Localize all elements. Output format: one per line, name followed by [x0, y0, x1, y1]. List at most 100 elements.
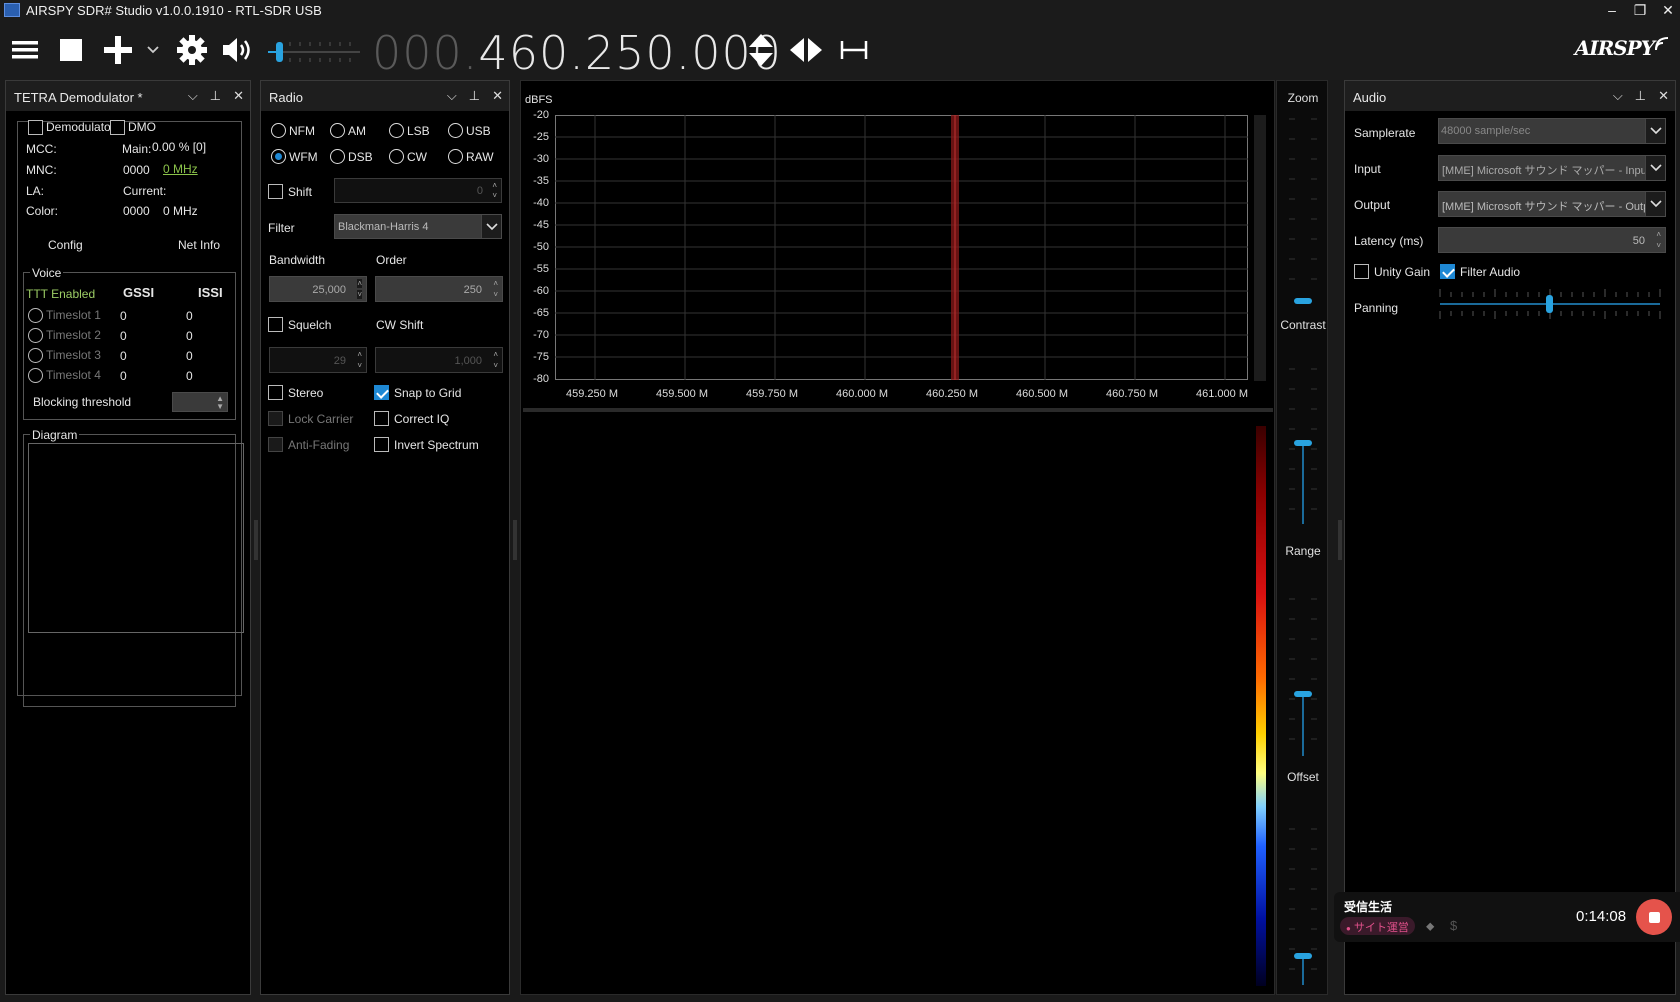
spin-down-icon[interactable]: ˅ [493, 361, 498, 370]
contrast-slider-track[interactable] [1302, 446, 1304, 524]
contrast-slider-thumb[interactable] [1294, 440, 1312, 446]
timeslot-radio[interactable] [28, 308, 43, 323]
filter-audio-checkbox[interactable] [1440, 264, 1455, 279]
pin-icon[interactable]: ⊥ [210, 88, 221, 104]
mnc-freq-link[interactable]: 0 MHz [163, 162, 198, 176]
stop-recording-button[interactable] [1636, 899, 1672, 935]
squelch-input[interactable]: 29 ˄ ˅ [269, 347, 367, 373]
squelch-checkbox[interactable] [268, 317, 283, 332]
spin-down-icon[interactable]: ˅ [357, 290, 362, 299]
mode-cw-radio[interactable] [389, 149, 404, 164]
add-plugin-button[interactable] [100, 30, 136, 70]
stereo-checkbox[interactable] [268, 385, 283, 400]
spin-up-icon[interactable]: ˄ [493, 350, 498, 359]
settings-button[interactable] [174, 30, 210, 70]
mode-nfm-radio[interactable] [271, 123, 286, 138]
add-dropdown-button[interactable] [144, 30, 162, 70]
splitter-handle[interactable] [1338, 520, 1342, 560]
samplerate-select[interactable]: 48000 sample/sec [1438, 118, 1666, 144]
minimize-button[interactable]: – [1600, 0, 1624, 22]
output-device-select[interactable]: [MME] Microsoft サウンド マッパー - Outp [1438, 191, 1666, 217]
bandwidth-input[interactable]: 25,000 ˄ ˅ [269, 276, 367, 302]
x-tick: 460.500 M [1016, 388, 1068, 400]
input-dropdown-button[interactable] [1645, 156, 1665, 180]
range-slider-thumb[interactable] [1294, 691, 1312, 697]
stop-button[interactable] [54, 30, 88, 70]
correct-iq-checkbox[interactable] [374, 411, 389, 426]
mode-raw-radio[interactable] [448, 149, 463, 164]
latency-input[interactable]: 50 ˄ ˅ [1438, 227, 1666, 253]
lock-carrier-checkbox[interactable] [268, 411, 283, 426]
spectrum-scrollbar[interactable] [1254, 115, 1266, 381]
timeslot-radio[interactable] [28, 368, 43, 383]
mode-am-radio[interactable] [330, 123, 345, 138]
shift-checkbox[interactable] [268, 184, 283, 199]
waterfall-display[interactable] [523, 413, 1253, 993]
spin-down-icon[interactable]: ˅ [492, 191, 497, 200]
zoom-slider-thumb[interactable] [1294, 298, 1312, 304]
mode-lsb-radio[interactable] [389, 123, 404, 138]
spin-up-icon[interactable]: ˄ [493, 279, 498, 288]
notification-tag[interactable]: ● サイト運営 [1340, 917, 1415, 935]
spectrum-analyzer[interactable]: dBFS -20 -25 -30 -35 -40 -45 -50 -55 -60… [520, 80, 1275, 995]
waterfall-splitter[interactable] [523, 408, 1273, 412]
frequency-display[interactable]: 000.460.250.000 [372, 26, 782, 80]
panning-slider[interactable] [1438, 287, 1668, 327]
center-button[interactable] [836, 30, 872, 70]
tuning-step-button[interactable] [744, 30, 778, 70]
recording-notification[interactable]: 受信生活 ● サイト運営 ⬥ $ 0:14:08 [1334, 892, 1680, 942]
spin-up-icon[interactable]: ˄ [1656, 230, 1661, 239]
spin-down-icon[interactable]: ˅ [493, 290, 498, 299]
pin-icon[interactable]: ⊥ [469, 88, 480, 104]
spin-down-icon[interactable]: ˅ [357, 361, 362, 370]
restore-button[interactable]: ❐ [1628, 0, 1652, 22]
filter-dropdown-button[interactable] [481, 215, 501, 238]
chevron-down-icon[interactable]: ⌵ [447, 88, 457, 104]
filter-select[interactable]: Blackman-Harris 4 [334, 214, 502, 239]
output-label: Output [1354, 198, 1391, 212]
mode-wfm-radio[interactable] [271, 149, 286, 164]
output-dropdown-button[interactable] [1645, 192, 1665, 216]
blocking-threshold-input[interactable]: ▲ ▼ [172, 392, 228, 412]
pin-icon[interactable]: ⊥ [1635, 88, 1646, 104]
demodulator-checkbox[interactable] [28, 120, 43, 135]
splitter-handle[interactable] [513, 520, 517, 560]
spin-up-icon[interactable]: ˄ [357, 350, 362, 359]
net-info-button[interactable]: Net Info [178, 238, 220, 252]
anti-fading-checkbox[interactable] [268, 437, 283, 452]
spin-down-icon[interactable]: ▼ [216, 402, 224, 411]
samplerate-dropdown-button[interactable] [1645, 119, 1665, 143]
shift-input[interactable]: 0 ˄ ˅ [334, 178, 502, 203]
spin-down-icon[interactable]: ˅ [1656, 241, 1661, 250]
splitter-handle[interactable] [254, 520, 258, 560]
menu-button[interactable] [8, 30, 42, 70]
volume-slider[interactable] [266, 38, 362, 66]
tuning-mode-button[interactable] [786, 30, 826, 70]
offset-slider-thumb[interactable] [1294, 953, 1312, 959]
mode-dsb-radio[interactable] [330, 149, 345, 164]
config-button[interactable]: Config [48, 238, 83, 252]
cw-shift-input[interactable]: 1,000 ˄ ˅ [375, 347, 503, 373]
mode-usb-radio[interactable] [448, 123, 463, 138]
chevron-down-icon[interactable]: ⌵ [1613, 88, 1623, 104]
invert-spectrum-checkbox[interactable] [374, 437, 389, 452]
chevron-down-icon[interactable]: ⌵ [188, 88, 198, 104]
close-button[interactable]: ✕ [1656, 0, 1680, 22]
order-input[interactable]: 250 ˄ ˅ [375, 276, 503, 302]
tag-icon[interactable]: ⬥ [1426, 919, 1434, 934]
timeslot-radio[interactable] [28, 348, 43, 363]
range-slider-track[interactable] [1302, 696, 1304, 756]
spin-up-icon[interactable]: ˄ [492, 181, 497, 190]
close-icon[interactable]: ✕ [233, 88, 244, 104]
timeslot-radio[interactable] [28, 328, 43, 343]
audio-button[interactable] [220, 30, 256, 70]
spin-up-icon[interactable]: ˄ [357, 279, 362, 288]
unity-gain-checkbox[interactable] [1354, 264, 1369, 279]
dollar-icon[interactable]: $ [1450, 918, 1457, 933]
input-device-select[interactable]: [MME] Microsoft サウンド マッパー - Input [1438, 155, 1666, 181]
offset-slider-track[interactable] [1302, 959, 1304, 985]
close-icon[interactable]: ✕ [492, 88, 503, 104]
snap-to-grid-checkbox[interactable] [374, 385, 389, 400]
close-icon[interactable]: ✕ [1658, 88, 1669, 104]
dmo-checkbox[interactable] [110, 120, 125, 135]
